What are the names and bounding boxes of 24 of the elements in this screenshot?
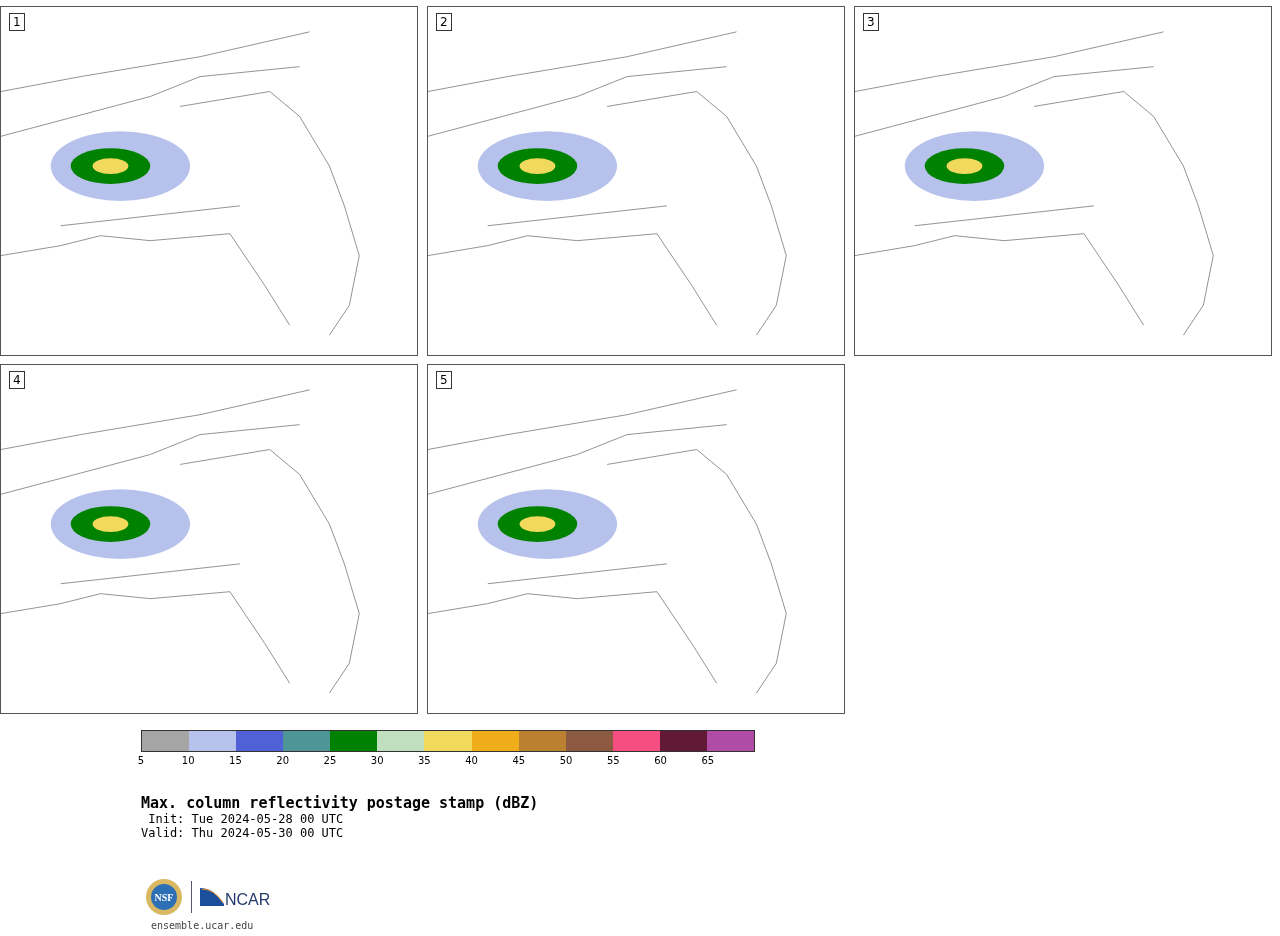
tick-label: 20 (276, 755, 290, 766)
tick-label: 25 (323, 755, 337, 766)
tick-label: 60 (654, 755, 667, 766)
init-time: Init: Tue 2024-05-28 00 UTC (147, 812, 345, 826)
valid-time: Valid: Thu 2024-05-30 00 UTC (141, 826, 345, 840)
tick-label: 10 (181, 755, 195, 766)
ncar-logo: NCAR (200, 886, 274, 908)
tick-label: 35 (418, 755, 431, 766)
tick-label: 45 (512, 755, 526, 766)
panel-number: 2 (436, 13, 452, 31)
chart-title: Max. column reflectivity postage stamp (dBZ) (141, 794, 540, 812)
tick-label: 5 (137, 755, 145, 766)
site-url: ensemble.ucar.edu (151, 920, 255, 931)
tick-label: 50 (559, 755, 573, 766)
tick-label: 30 (370, 755, 384, 766)
panel-number: 5 (436, 371, 452, 389)
tick-label: 40 (465, 755, 478, 766)
nsf-logo: NSF (145, 878, 183, 916)
panel-number: 4 (9, 371, 25, 389)
tick-label: 55 (606, 755, 620, 766)
panel-number: 3 (863, 13, 879, 31)
panel-number: 1 (9, 13, 25, 31)
tick-label: 65 (701, 755, 715, 766)
tick-label: 15 (229, 755, 242, 766)
